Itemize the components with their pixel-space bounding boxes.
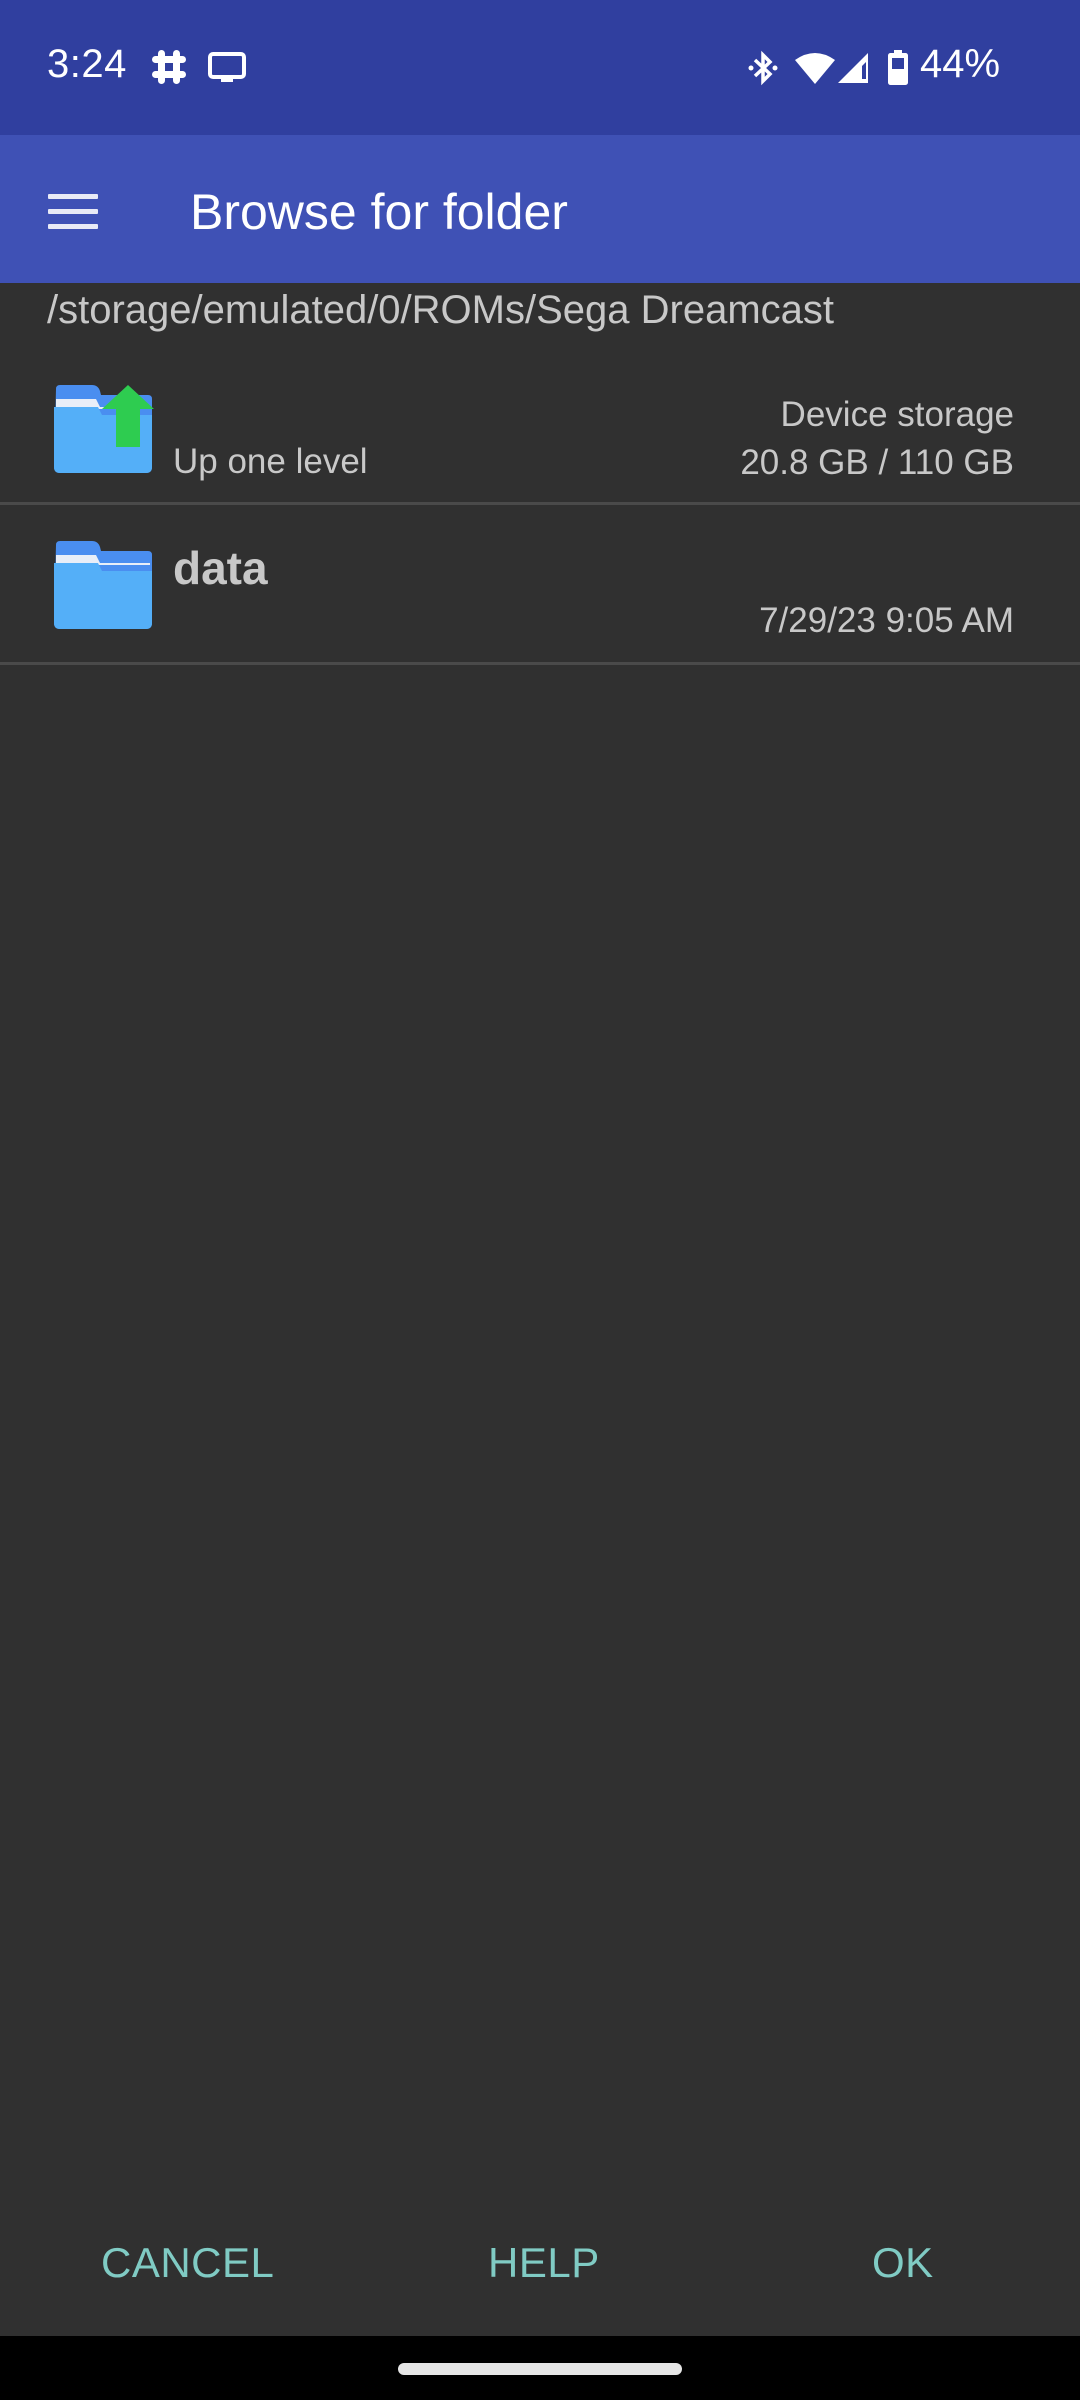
app-bar: Browse for folder (0, 135, 1080, 283)
page-title: Browse for folder (190, 184, 568, 240)
help-button[interactable]: HELP (476, 2228, 612, 2298)
list-item-meta: 7/29/23 9:05 AM (759, 597, 1014, 645)
bluetooth-icon (748, 50, 778, 91)
status-bar: 3:24 44% (0, 0, 1080, 135)
ok-button[interactable]: OK (860, 2228, 946, 2298)
storage-usage: 20.8 GB / 110 GB (740, 443, 1014, 482)
list-item-meta: Device storage 20.8 GB / 110 GB (740, 391, 1014, 487)
list-item-data-folder[interactable]: data 7/29/23 9:05 AM (0, 505, 1080, 665)
list-item-up-one-level[interactable]: Up one level Device storage 20.8 GB / 11… (0, 352, 1080, 505)
cell-signal-icon (836, 52, 870, 89)
dialog-button-bar: CANCEL HELP OK (0, 2190, 1080, 2336)
hamburger-menu-icon[interactable] (30, 171, 116, 247)
home-gesture-handle[interactable] (398, 2363, 682, 2375)
modified-date: 7/29/23 9:05 AM (759, 601, 1014, 640)
wifi-icon (794, 52, 836, 89)
folder-icon (52, 541, 154, 638)
cast-screen-icon (208, 52, 246, 89)
navigation-bar (0, 2336, 1080, 2400)
status-time: 3:24 (47, 42, 127, 86)
list-item-label: data (173, 542, 268, 594)
storage-name: Device storage (780, 395, 1014, 434)
folder-up-icon (52, 385, 154, 482)
battery-icon (887, 50, 909, 91)
current-path: /storage/emulated/0/ROMs/Sega Dreamcast (47, 288, 835, 332)
battery-percent: 44% (920, 42, 1001, 86)
list-item-label: Up one level (173, 442, 368, 481)
slack-icon (150, 48, 188, 91)
cancel-button[interactable]: CANCEL (89, 2228, 286, 2298)
